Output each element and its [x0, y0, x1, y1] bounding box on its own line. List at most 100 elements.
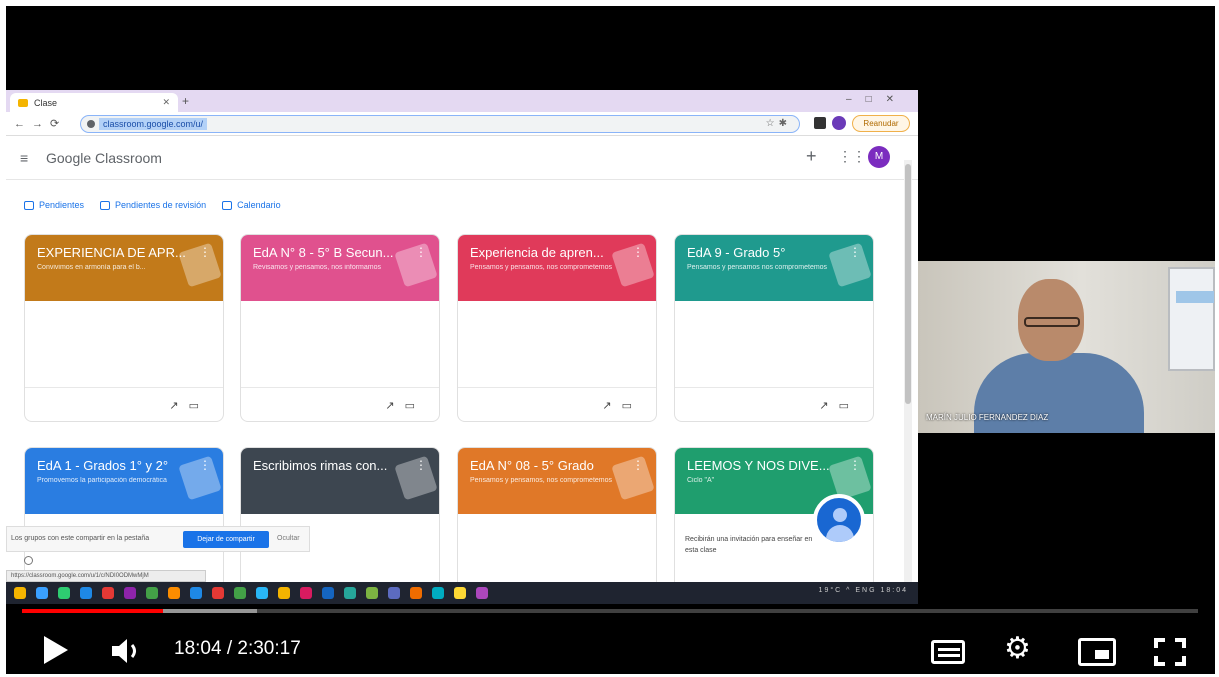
webcam-feed: MARÍN JULIO FERNANDEZ DIAZ: [918, 261, 1215, 433]
card-subtitle: Pensamos y pensamos, nos comprometemos: [470, 264, 613, 271]
browser-tab[interactable]: Clase ✕: [10, 93, 178, 112]
taskbar-app-icon[interactable]: [36, 587, 48, 599]
taskbar-app-icon[interactable]: [300, 587, 312, 599]
window-controls-icon[interactable]: ‒□✕: [846, 94, 908, 105]
stop-sharing-button[interactable]: Dejar de compartir: [183, 531, 269, 548]
taskbar-app-icon[interactable]: [124, 587, 136, 599]
subnav-calendario[interactable]: Calendario: [222, 200, 281, 210]
taskbar-app-icon[interactable]: [212, 587, 224, 599]
subnav-revision[interactable]: Pendientes de revisión: [100, 200, 206, 210]
trend-folder-icon[interactable]: ↗▭: [819, 399, 859, 412]
time-display: 18:04 / 2:30:17: [174, 638, 301, 659]
more-options-icon[interactable]: ⋮: [632, 458, 644, 472]
card-title[interactable]: EXPERIENCIA DE APR...: [37, 245, 197, 260]
windows-taskbar: 19°C ^ ENG 18:04: [6, 582, 918, 604]
card-title[interactable]: Escribimos rimas con...: [253, 458, 413, 473]
menu-icon[interactable]: ≡: [20, 150, 28, 166]
card-banner[interactable]: EdA 1 - Grados 1° y 2° Promovemos la part…: [25, 448, 223, 514]
card-subtitle: Pensamos y pensamos nos comprometemos: [687, 264, 828, 271]
avatar[interactable]: M: [868, 146, 890, 168]
play-button[interactable]: [44, 636, 68, 664]
more-options-icon[interactable]: ⋮: [849, 245, 861, 259]
new-tab-icon[interactable]: +: [182, 94, 189, 108]
settings-gear-icon[interactable]: ⚙: [1004, 634, 1031, 664]
reanudar-button[interactable]: Reanudar: [852, 115, 910, 132]
card-banner[interactable]: EdA 9 - Grado 5° Pensamos y pensamos nos …: [675, 235, 873, 301]
page-scrollbar[interactable]: [904, 160, 912, 600]
class-card[interactable]: EdA N° 08 - 5° Grado Pensamos y pensamos,…: [457, 447, 657, 604]
more-options-icon[interactable]: ⋮: [849, 458, 861, 472]
taskbar-app-icon[interactable]: [322, 587, 334, 599]
taskbar-app-icon[interactable]: [388, 587, 400, 599]
card-banner[interactable]: EdA N° 8 - 5° B Secun... Revisamos y pens…: [241, 235, 439, 301]
taskbar-app-icon[interactable]: [80, 587, 92, 599]
brand-title: Google Classroom: [46, 150, 162, 166]
card-subtitle: Promovemos la participación democrática: [37, 477, 167, 484]
card-note: Recibirán una invitación para enseñar en…: [685, 536, 813, 554]
navigation-buttons-icon[interactable]: ←→⟳: [14, 117, 66, 130]
taskbar-app-icon[interactable]: [454, 587, 466, 599]
add-class-icon[interactable]: +: [806, 146, 817, 167]
apps-grid-icon[interactable]: ⋮⋮: [838, 148, 866, 165]
classroom-favicon-icon: [18, 98, 28, 107]
more-options-icon[interactable]: ⋮: [199, 245, 211, 259]
help-icon[interactable]: [24, 556, 33, 565]
card-title[interactable]: EdA N° 8 - 5° B Secun...: [253, 245, 413, 260]
close-tab-icon[interactable]: ✕: [162, 97, 170, 108]
taskbar-app-icon[interactable]: [146, 587, 158, 599]
trend-folder-icon[interactable]: ↗▭: [385, 399, 425, 412]
more-options-icon[interactable]: ⋮: [415, 458, 427, 472]
card-banner[interactable]: Experiencia de apren... Pensamos y pensam…: [458, 235, 656, 301]
taskbar-app-icon[interactable]: [410, 587, 422, 599]
class-card[interactable]: EdA 9 - Grado 5° Pensamos y pensamos nos …: [674, 234, 874, 422]
progress-bar[interactable]: [22, 609, 1198, 613]
card-title[interactable]: LEEMOS Y NOS DIVE...: [687, 458, 847, 473]
trend-folder-icon[interactable]: ↗▭: [602, 399, 642, 412]
taskbar-app-icon[interactable]: [234, 587, 246, 599]
video-player[interactable]: Clase ✕ + ‒□✕ ←→⟳ classroom.google.com/u…: [6, 6, 1215, 674]
system-tray[interactable]: 19°C ^ ENG 18:04: [819, 587, 908, 594]
classroom-subnav: Pendientes Pendientes de revisión Calend…: [24, 200, 281, 210]
more-options-icon[interactable]: ⋮: [632, 245, 644, 259]
card-title[interactable]: Experiencia de apren...: [470, 245, 630, 260]
class-card[interactable]: EdA N° 8 - 5° B Secun... Revisamos y pens…: [240, 234, 440, 422]
card-title[interactable]: EdA 9 - Grado 5°: [687, 245, 847, 260]
card-footer: ↗▭: [25, 387, 223, 421]
scrollbar-thumb[interactable]: [905, 164, 911, 404]
card-banner[interactable]: Escribimos rimas con... ⋮: [241, 448, 439, 514]
played-bar: [22, 609, 164, 613]
bookmark-star-icon[interactable]: ☆✱: [766, 118, 791, 129]
subnav-pendientes[interactable]: Pendientes: [24, 200, 84, 210]
taskbar-app-icon[interactable]: [344, 587, 356, 599]
taskbar-app-icon[interactable]: [278, 587, 290, 599]
class-card[interactable]: Experiencia de apren... Pensamos y pensam…: [457, 234, 657, 422]
taskbar-app-icon[interactable]: [366, 587, 378, 599]
extension-icon[interactable]: [814, 117, 826, 129]
more-options-icon[interactable]: ⋮: [415, 245, 427, 259]
taskbar-app-icon[interactable]: [102, 587, 114, 599]
url-input[interactable]: classroom.google.com/u/ ☆✱: [80, 115, 800, 133]
class-card[interactable]: EXPERIENCIA DE APR... Convivimos en armon…: [24, 234, 224, 422]
hide-button[interactable]: Ocultar: [277, 535, 300, 542]
taskbar-app-icon[interactable]: [476, 587, 488, 599]
class-card[interactable]: LEEMOS Y NOS DIVE... Ciclo "A" ⋮ Recibirán …: [674, 447, 874, 604]
volume-icon[interactable]: [110, 638, 144, 664]
trend-folder-icon[interactable]: ↗▭: [169, 399, 209, 412]
share-notice-text: Los grupos con este compartir en la pest…: [11, 535, 150, 542]
taskbar-app-icon[interactable]: [190, 587, 202, 599]
more-options-icon[interactable]: ⋮: [199, 458, 211, 472]
card-banner[interactable]: EXPERIENCIA DE APR... Convivimos en armon…: [25, 235, 223, 301]
folder-icon: [100, 200, 111, 210]
card-title[interactable]: EdA 1 - Grados 1° y 2°: [37, 458, 197, 473]
card-title[interactable]: EdA N° 08 - 5° Grado: [470, 458, 630, 473]
fullscreen-icon[interactable]: [1154, 638, 1186, 666]
subtitles-icon[interactable]: [931, 640, 965, 664]
profile-icon[interactable]: [832, 116, 846, 130]
taskbar-app-icon[interactable]: [432, 587, 444, 599]
taskbar-app-icon[interactable]: [14, 587, 26, 599]
taskbar-app-icon[interactable]: [256, 587, 268, 599]
card-banner[interactable]: EdA N° 08 - 5° Grado Pensamos y pensamos,…: [458, 448, 656, 514]
miniplayer-icon[interactable]: [1078, 638, 1116, 666]
taskbar-app-icon[interactable]: [168, 587, 180, 599]
taskbar-app-icon[interactable]: [58, 587, 70, 599]
